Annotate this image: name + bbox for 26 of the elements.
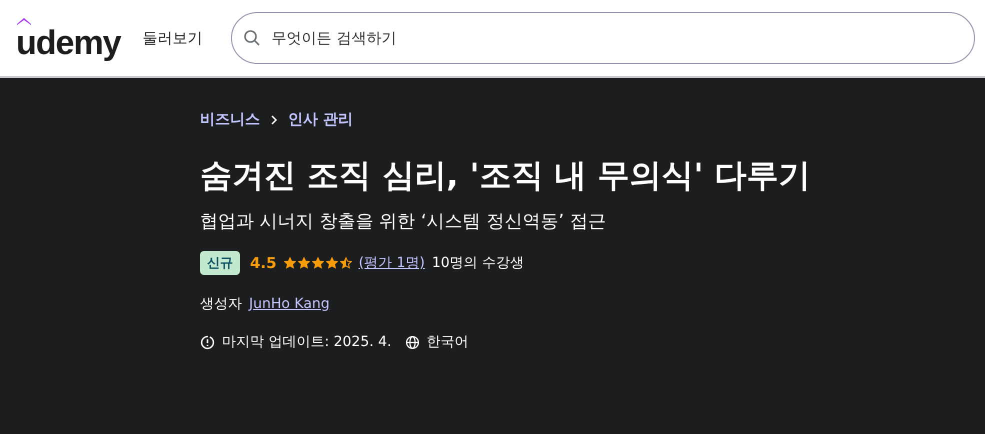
star-icon — [284, 257, 296, 269]
new-badge: 신규 — [200, 251, 240, 275]
reviews-link[interactable]: (평가 1명) — [358, 254, 425, 272]
explore-link[interactable]: 둘러보기 — [142, 28, 203, 48]
search-field[interactable]: 무엇이든 검색하기 — [230, 12, 975, 64]
logo-cap-icon — [17, 16, 31, 24]
last-updated: 마지막 업데이트: 2025. 4. — [222, 333, 392, 351]
creator-label: 생성자 — [200, 295, 242, 313]
star-icon — [312, 257, 324, 269]
chevron-icon — [270, 114, 278, 124]
course-subtitle: 협업과 시너지 창출을 위한 ‘시스템 정신역동’ 접근 — [200, 210, 607, 233]
creator-link[interactable]: JunHo Kang — [249, 296, 330, 312]
breadcrumb-link[interactable]: 인사 관리 — [288, 110, 354, 129]
search-icon — [242, 29, 261, 47]
breadcrumb-link[interactable]: 비즈니스 — [200, 110, 260, 129]
course-title: 숨겨진 조직 심리, '조직 내 무의식' 다루기 — [200, 155, 812, 195]
student-count: 10명의 수강생 — [432, 254, 524, 272]
globe-icon — [404, 334, 420, 350]
star-icon — [340, 257, 352, 269]
star-icon — [326, 257, 338, 269]
alert-icon — [200, 334, 215, 350]
logo-text: udemy — [16, 24, 121, 62]
rating-value: 4.5 — [250, 254, 277, 272]
language: 한국어 — [426, 333, 469, 351]
star-icon — [298, 257, 310, 269]
logo[interactable]: udemy — [16, 16, 121, 60]
